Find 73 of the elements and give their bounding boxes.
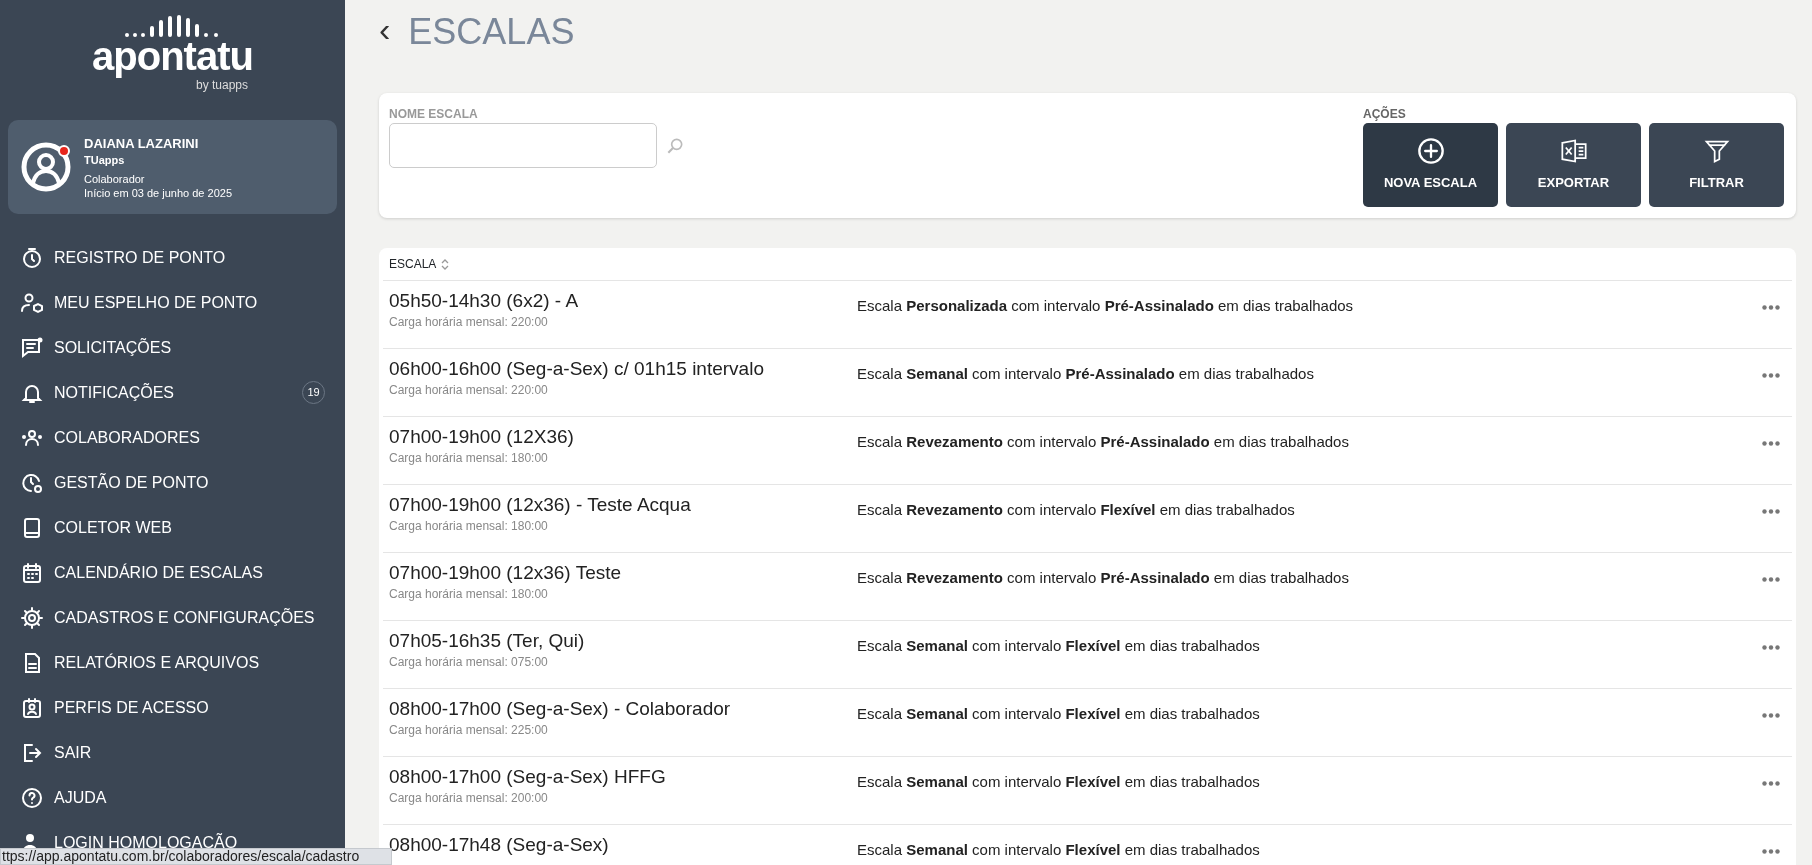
sort-icon[interactable]: [441, 258, 450, 270]
monthly-hours: Carga horária mensal: 200:00: [389, 789, 549, 807]
schedule-description: Escala Personalizada com intervalo Pré-Assinalado em dias trabalhados: [857, 296, 1355, 316]
sidebar-item[interactable]: COLABORADORES: [0, 415, 345, 460]
more-icon[interactable]: [1762, 441, 1780, 446]
more-icon[interactable]: [1762, 713, 1780, 718]
schedule-name: 07h00-19h00 (12X36): [389, 426, 575, 449]
sidebar-item[interactable]: PERFIS DE ACESSO: [0, 685, 345, 730]
schedule-description: Escala Semanal com intervalo Flexível em dias trabalhados: [857, 772, 1261, 792]
monthly-hours: Carga horária mensal: 220:00: [389, 381, 549, 399]
user-name: DAIANA LAZARINI: [84, 134, 200, 153]
more-icon[interactable]: [1762, 577, 1780, 582]
sidebar-item[interactable]: AJUDA: [0, 775, 345, 820]
logo-text: apontatu: [92, 36, 253, 76]
schedule-name: 08h00-17h00 (Seg-a-Sex) - Colaborador: [389, 698, 732, 721]
sidebar-item[interactable]: RELATÓRIOS E ARQUIVOS: [0, 640, 345, 685]
sidebar-item[interactable]: SAIR: [0, 730, 345, 775]
more-icon[interactable]: [1762, 781, 1780, 786]
field-label: NOME ESCALA: [389, 106, 479, 123]
settings-icon: [20, 605, 44, 630]
column-header[interactable]: ESCALA: [389, 255, 437, 273]
calendar-icon: [20, 560, 44, 585]
schedule-description: Escala Revezamento com intervalo Pré-Assinalado em dias trabalhados: [857, 432, 1350, 452]
schedule-name: 07h00-19h00 (12x36) - Teste Acqua: [389, 494, 692, 517]
schedule-name: 07h00-19h00 (12x36) Teste: [389, 562, 623, 585]
schedule-name: 07h05-16h35 (Ter, Qui): [389, 630, 586, 653]
user-role: Colaborador: [84, 171, 146, 186]
more-icon[interactable]: [1762, 849, 1780, 854]
action-button[interactable]: EXPORTAR: [1506, 123, 1641, 207]
action-button[interactable]: NOVA ESCALA: [1363, 123, 1498, 207]
sidebar-item[interactable]: CALENDÁRIO DE ESCALAS: [0, 550, 345, 595]
page-title: ESCALAS: [408, 10, 575, 54]
schedule-description: Escala Revezamento com intervalo Pré-Assinalado em dias trabalhados: [857, 568, 1350, 588]
monthly-hours: Carga horária mensal: 180:00: [389, 517, 549, 535]
monthly-hours: Carga horária mensal: 225:00: [389, 721, 549, 739]
stopwatch-icon: [20, 245, 44, 270]
plus-circle-icon: [1416, 137, 1445, 166]
sidebar-item[interactable]: REGISTRO DE PONTO: [0, 235, 345, 280]
schedule-description: Escala Semanal com intervalo Flexível em dias trabalhados: [857, 840, 1261, 860]
search-field[interactable]: [389, 123, 657, 168]
schedule-name: 08h00-17h00 (Seg-a-Sex) HFFG: [389, 766, 667, 789]
more-icon[interactable]: [1762, 305, 1780, 310]
user-company: TUapps: [84, 153, 126, 168]
help-icon: [20, 785, 44, 810]
chat-lines-icon: [20, 335, 44, 360]
schedule-description: Escala Semanal com intervalo Flexível em dias trabalhados: [857, 636, 1261, 656]
badge-user-icon: [20, 695, 44, 720]
monthly-hours: Carga horária mensal: 220:00: [389, 313, 549, 331]
user-start-date: Início em 03 de junho de 2025: [84, 185, 232, 201]
more-icon[interactable]: [1762, 373, 1780, 378]
monthly-hours: Carga horária mensal: 180:00: [389, 585, 549, 603]
avatar-icon: [20, 141, 72, 193]
schedule-name: 06h00-16h00 (Seg-a-Sex) c/ 01h15 intervalo: [389, 358, 765, 381]
back-button[interactable]: ‹: [379, 12, 391, 52]
sidebar-item[interactable]: COLETOR WEB: [0, 505, 345, 550]
more-icon[interactable]: [1762, 645, 1780, 650]
schedule-name: 08h00-17h48 (Seg-a-Sex): [389, 834, 610, 857]
monthly-hours: Carga horária mensal: 075:00: [389, 653, 549, 671]
link-preview-tooltip: ttps://app.apontatu.com.br/colaboradores/escala/cadastro: [0, 848, 392, 865]
schedule-description: Escala Revezamento com intervalo Flexível em dias trabalhados: [857, 500, 1296, 520]
sidebar-item[interactable]: SOLICITAÇÕES: [0, 325, 345, 370]
logo-tagline: by tuapps: [195, 78, 248, 94]
sidebar-item[interactable]: MEU ESPELHO DE PONTO: [0, 280, 345, 325]
monthly-hours: Carga horária mensal: 180:00: [389, 449, 549, 467]
schedule-description: Escala Semanal com intervalo Pré-Assinalado em dias trabalhados: [857, 364, 1315, 384]
schedule-name: 05h50-14h30 (6x2) - A: [389, 290, 580, 313]
action-button[interactable]: FILTRAR: [1649, 123, 1784, 207]
sidebar-item[interactable]: GESTÃO DE PONTO: [0, 460, 345, 505]
sidebar-item[interactable]: NOTIFICAÇÕES 19: [0, 370, 345, 415]
more-icon[interactable]: [1762, 509, 1780, 514]
actions-label: AÇÕES: [1363, 105, 1407, 123]
schedule-description: Escala Semanal com intervalo Flexível em dias trabalhados: [857, 704, 1261, 724]
sidebar-item[interactable]: CADASTROS E CONFIGURAÇÕES: [0, 595, 345, 640]
